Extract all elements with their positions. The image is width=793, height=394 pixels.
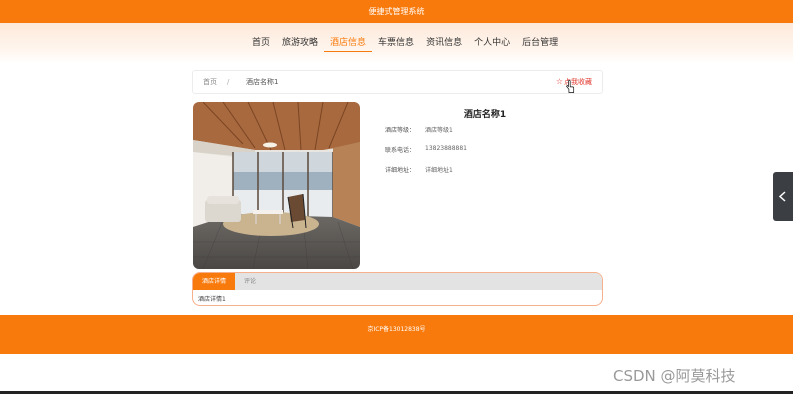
chevron-left-icon [778,191,786,202]
star-outline-icon: ☆ [555,77,563,86]
breadcrumb: 首页 / 酒店名称1 ☆点我收藏 [192,70,603,94]
breadcrumb-home-link[interactable]: 首页 [203,71,217,93]
nav-item-news-info[interactable]: 资讯信息 [420,36,468,52]
main-nav: 首页 旅游攻略 酒店信息 车票信息 资讯信息 个人中心 后台管理 [246,36,564,52]
breadcrumb-separator: / [227,78,230,86]
detail-tabs: 酒店详情 评论 酒店详情1 [192,272,603,306]
nav-item-personal-center[interactable]: 个人中心 [468,36,516,52]
side-collapse-button[interactable] [773,172,793,221]
site-title-bar: 便捷式管理系统 [0,0,793,23]
nav-item-admin[interactable]: 后台管理 [516,36,564,52]
hotel-level-value: 酒店等级1 [425,127,453,134]
footer: 京ICP备13012838号 [0,315,793,354]
hotel-address-label: 详细地址： [385,167,416,174]
main-nav-bar: 首页 旅游攻略 酒店信息 车票信息 资讯信息 个人中心 后台管理 [0,23,793,63]
hotel-phone-label: 联系电话： [385,147,416,154]
tab-comments[interactable]: 评论 [235,273,265,290]
nav-item-ticket-info[interactable]: 车票信息 [372,36,420,52]
site-title: 便捷式管理系统 [368,7,425,16]
nav-item-travel-guides[interactable]: 旅游攻略 [276,36,324,52]
footer-icp-text: 京ICP备13012838号 [367,326,426,333]
nav-item-hotel-info[interactable]: 酒店信息 [324,36,373,52]
watermark: CSDN @阿莫科技 [613,367,736,385]
hotel-phone-value: 13823888881 [425,145,467,152]
hotel-photo [193,102,360,269]
mouse-pointer-icon [566,80,575,93]
nav-item-home[interactable]: 首页 [246,36,276,52]
tab-bar: 酒店详情 评论 [193,273,602,290]
tab-content: 酒店详情1 [198,296,226,303]
breadcrumb-current: 酒店名称1 [246,78,279,86]
hotel-level-label: 酒店等级： [385,127,416,134]
tab-hotel-details[interactable]: 酒店详情 [193,273,236,290]
hotel-address-value: 详细地址1 [425,167,453,174]
hotel-name: 酒店名称1 [463,110,507,120]
